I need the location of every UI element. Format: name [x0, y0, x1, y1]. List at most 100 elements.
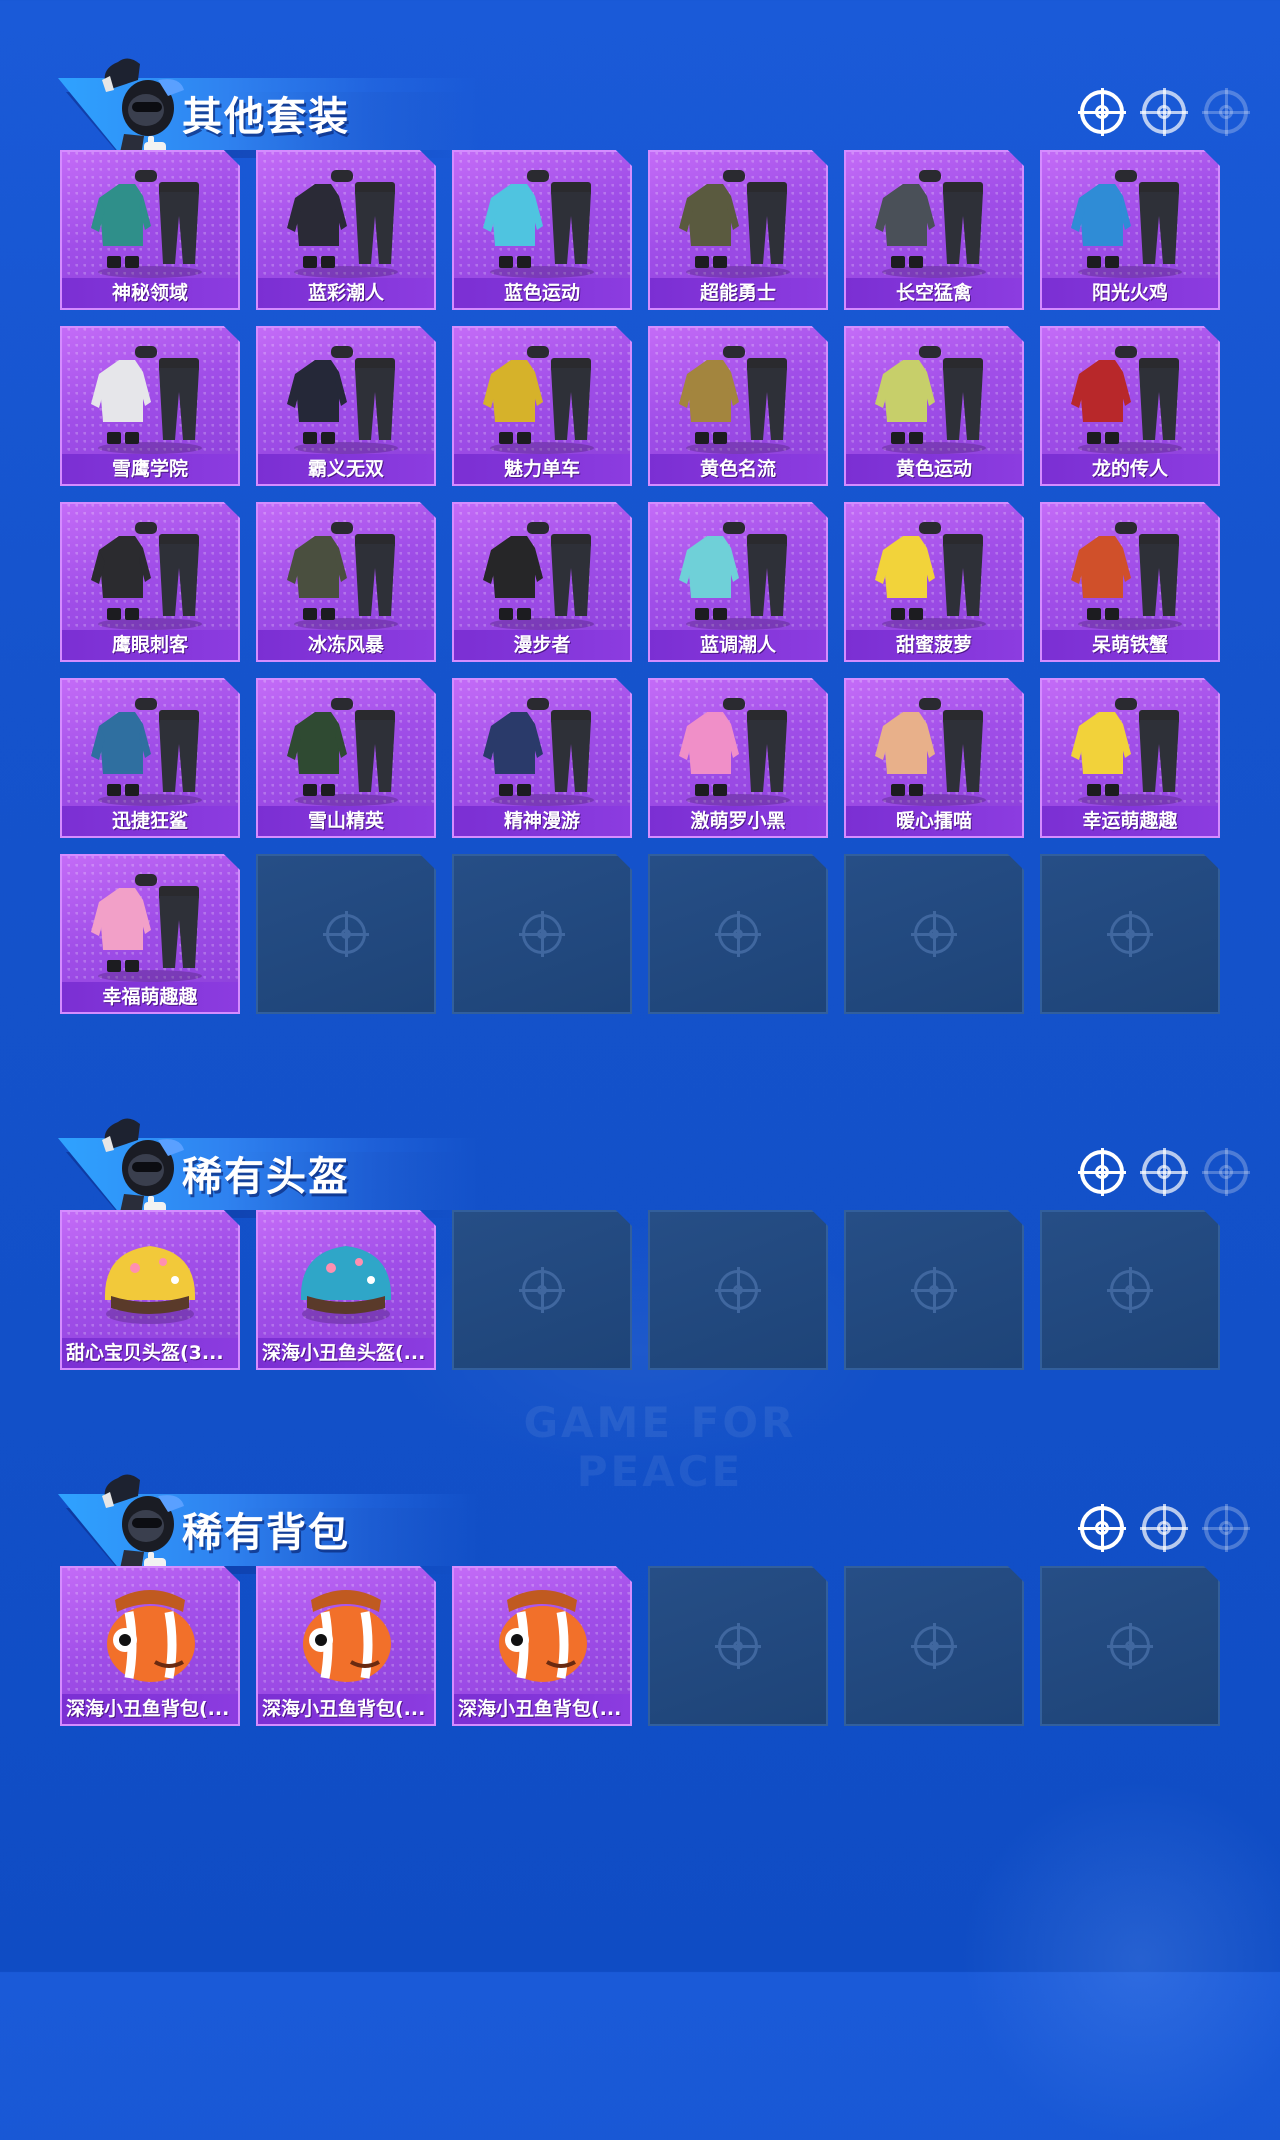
item-label: 甜心宝贝头盔(3...	[62, 1338, 238, 1368]
section-1: 其他套装 神秘领域 蓝彩潮人 蓝色运动 超能勇士 长空猛禽 阳光火鸡 雪鹰学院 …	[0, 50, 1280, 1014]
outfit-image	[91, 698, 202, 806]
item-label: 黄色名流	[650, 454, 826, 484]
outfit-image	[875, 698, 986, 806]
item-label: 迅捷狂鲨	[62, 806, 238, 836]
crosshair-icon	[519, 911, 565, 957]
item-label: 暖心擂喵	[846, 806, 1022, 836]
section-3: 稀有背包 深海小丑鱼背包(... 深海小丑鱼背包(... 深海小丑鱼背包(...	[0, 1466, 1280, 1866]
item-tile[interactable]: 激萌罗小黑	[648, 678, 828, 838]
item-tile[interactable]: 甜蜜菠萝	[844, 502, 1024, 662]
outfit-image	[287, 698, 398, 806]
outfit-image	[91, 874, 202, 982]
crosshair-icon	[1107, 1623, 1153, 1669]
item-tile[interactable]: 魅力单车	[452, 326, 632, 486]
item-tile[interactable]: 黄色名流	[648, 326, 828, 486]
section-title: 其他套装	[182, 94, 350, 140]
item-label: 魅力单车	[454, 454, 630, 484]
item-tile[interactable]: 精神漫游	[452, 678, 632, 838]
item-tile[interactable]: 蓝色运动	[452, 150, 632, 310]
item-tile[interactable]: 迅捷狂鲨	[60, 678, 240, 838]
item-tile[interactable]: 幸运萌趣趣	[1040, 678, 1220, 838]
empty-slot	[844, 1566, 1024, 1726]
item-label: 蓝调潮人	[650, 630, 826, 660]
crosshair-icon	[1107, 911, 1153, 957]
backpack-image	[107, 1590, 195, 1682]
section-title: 稀有头盔	[182, 1154, 350, 1200]
crosshair-icon	[1107, 1267, 1153, 1313]
crosshair-icon	[1202, 1148, 1250, 1196]
item-label: 蓝彩潮人	[258, 278, 434, 308]
item-label: 超能勇士	[650, 278, 826, 308]
crosshair-icon	[1202, 88, 1250, 136]
crosshair-icon	[911, 1267, 957, 1313]
item-label: 呆萌铁蟹	[1042, 630, 1218, 660]
item-tile[interactable]: 深海小丑鱼背包(...	[256, 1566, 436, 1726]
section-title: 稀有背包	[182, 1510, 350, 1556]
item-label: 激萌罗小黑	[650, 806, 826, 836]
item-label: 深海小丑鱼头盔(...	[258, 1338, 434, 1368]
empty-slot	[452, 1210, 632, 1370]
item-tile[interactable]: 漫步者	[452, 502, 632, 662]
item-label: 龙的传人	[1042, 454, 1218, 484]
item-tile[interactable]: 雪山精英	[256, 678, 436, 838]
crosshair-icon	[1078, 1148, 1126, 1196]
item-tile[interactable]: 幸福萌趣趣	[60, 854, 240, 1014]
item-label: 幸运萌趣趣	[1042, 806, 1218, 836]
item-tile[interactable]: 暖心擂喵	[844, 678, 1024, 838]
item-tile[interactable]: 呆萌铁蟹	[1040, 502, 1220, 662]
item-label: 蓝色运动	[454, 278, 630, 308]
crosshair-icon	[1140, 88, 1188, 136]
item-tile[interactable]: 神秘领域	[60, 150, 240, 310]
outfit-image	[483, 698, 594, 806]
item-tile[interactable]: 蓝彩潮人	[256, 150, 436, 310]
outfit-image	[875, 522, 986, 630]
item-tile[interactable]: 冰冻风暴	[256, 502, 436, 662]
helmet-image	[300, 1246, 392, 1324]
item-tile[interactable]: 深海小丑鱼背包(...	[452, 1566, 632, 1726]
item-tile[interactable]: 雪鹰学院	[60, 326, 240, 486]
item-label: 雪鹰学院	[62, 454, 238, 484]
outfit-image	[679, 522, 790, 630]
item-tile[interactable]: 鹰眼刺客	[60, 502, 240, 662]
outfit-image	[287, 346, 398, 454]
item-tile[interactable]: 黄色运动	[844, 326, 1024, 486]
empty-slot	[648, 1566, 828, 1726]
section-decor-icons	[1078, 1504, 1260, 1556]
crosshair-icon	[323, 911, 369, 957]
item-tile[interactable]: 蓝调潮人	[648, 502, 828, 662]
outfit-image	[679, 346, 790, 454]
crosshair-icon	[1078, 1504, 1126, 1552]
outfit-image	[1071, 170, 1182, 278]
item-tile[interactable]: 深海小丑鱼头盔(...	[256, 1210, 436, 1370]
item-label: 漫步者	[454, 630, 630, 660]
item-tile[interactable]: 甜心宝贝头盔(3...	[60, 1210, 240, 1370]
crosshair-icon	[1140, 1148, 1188, 1196]
item-tile[interactable]: 霸义无双	[256, 326, 436, 486]
item-tile[interactable]: 龙的传人	[1040, 326, 1220, 486]
empty-slot	[256, 854, 436, 1014]
outfit-image	[91, 170, 202, 278]
item-tile[interactable]: 阳光火鸡	[1040, 150, 1220, 310]
outfit-image	[91, 346, 202, 454]
empty-slot	[844, 1210, 1024, 1370]
crosshair-icon	[911, 1623, 957, 1669]
item-tile[interactable]: 超能勇士	[648, 150, 828, 310]
helmet-image	[104, 1246, 196, 1324]
item-label: 长空猛禽	[846, 278, 1022, 308]
outfit-image	[1071, 346, 1182, 454]
empty-slot	[648, 1210, 828, 1370]
item-label: 甜蜜菠萝	[846, 630, 1022, 660]
item-tile[interactable]: 长空猛禽	[844, 150, 1024, 310]
item-label: 阳光火鸡	[1042, 278, 1218, 308]
empty-slot	[844, 854, 1024, 1014]
outfit-image	[483, 522, 594, 630]
backpack-image	[499, 1590, 587, 1682]
item-tile[interactable]: 深海小丑鱼背包(...	[60, 1566, 240, 1726]
outfit-image	[1071, 698, 1182, 806]
item-label: 神秘领域	[62, 278, 238, 308]
empty-slot	[452, 854, 632, 1014]
empty-slot	[1040, 1566, 1220, 1726]
crosshair-icon	[519, 1267, 565, 1313]
item-label: 深海小丑鱼背包(...	[454, 1694, 630, 1724]
section-decor-icons	[1078, 1148, 1260, 1200]
